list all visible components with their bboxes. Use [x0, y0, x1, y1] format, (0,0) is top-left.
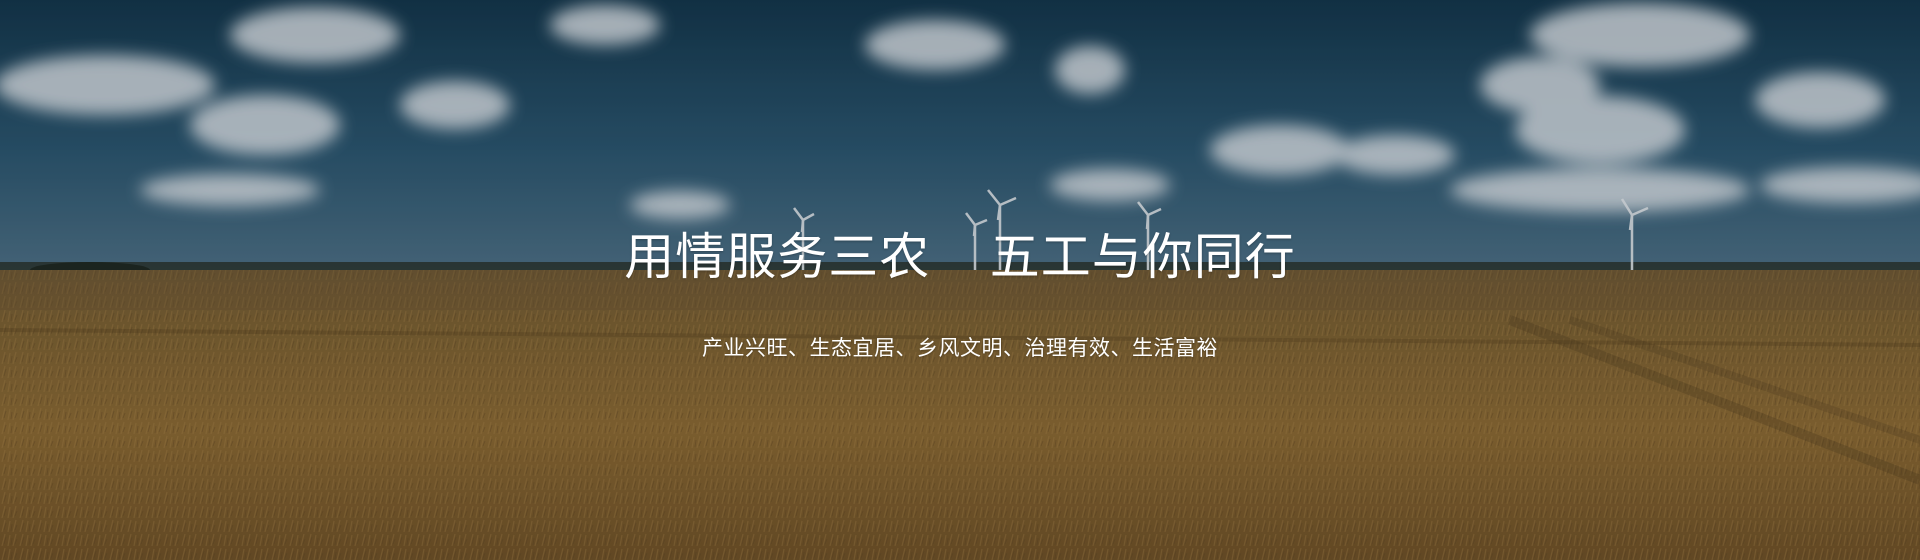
hero-banner: 用情服务三农 五工与你同行 产业兴旺、生态宜居、乡风文明、治理有效、生活富裕 [0, 0, 1920, 560]
banner-subline: 产业兴旺、生态宜居、乡风文明、治理有效、生活富裕 [702, 337, 1218, 360]
banner-headline: 用情服务三农 五工与你同行 [624, 229, 1296, 285]
